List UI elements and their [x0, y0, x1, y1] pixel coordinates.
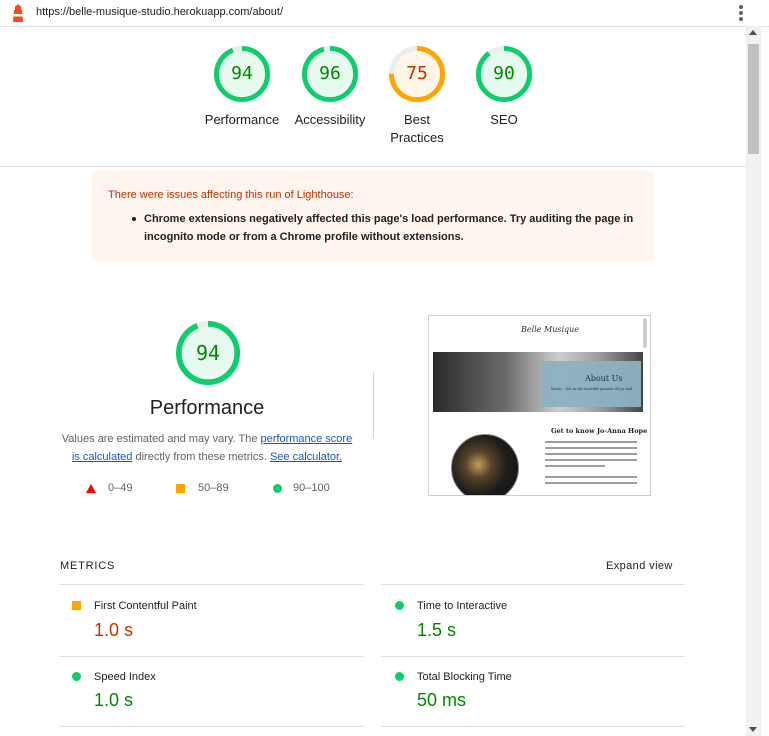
square-icon [176, 484, 185, 493]
pass-circle-icon [395, 672, 404, 681]
desc-middle: directly from these metrics. [132, 451, 270, 463]
expand-view-button[interactable]: Expand view [606, 560, 673, 572]
legend-average: 50–89 [176, 482, 229, 494]
gauge-performance[interactable]: 94 [213, 45, 271, 103]
site-logo: Belle Musique [521, 325, 580, 334]
gauge-best-practices[interactable]: 75 [388, 45, 446, 103]
pass-circle-icon [72, 672, 81, 681]
performance-big-gauge: 94 [175, 320, 241, 386]
text-line [545, 465, 605, 467]
text-line [545, 453, 637, 455]
bullet-icon [132, 211, 138, 217]
legend-range: 0–49 [108, 482, 133, 494]
legend-range: 90–100 [293, 482, 330, 494]
warning-title: There were issues affecting this run of … [108, 189, 354, 201]
scroll-up-arrow-icon[interactable] [749, 30, 757, 35]
hero-heading: About Us [585, 374, 623, 383]
metrics-title: METRICS [60, 560, 116, 572]
gauge-score: 94 [231, 63, 253, 84]
metric-name: First Contentful Paint [94, 600, 197, 612]
gauge-label: SEO [490, 112, 518, 127]
warning-box: There were issues affecting this run of … [92, 171, 654, 261]
gauge-label: Best Practices [390, 112, 444, 145]
metric-name: Total Blocking Time [417, 671, 512, 683]
address-bar: https://belle-musique-studio.herokuapp.c… [0, 0, 769, 27]
legend-fail: 0–49 [86, 482, 132, 494]
legend-range: 50–89 [198, 482, 229, 494]
desc-prefix: Values are estimated and may vary. The [61, 433, 261, 445]
gauge-score: 90 [493, 63, 515, 84]
scrollbar-thumb[interactable] [748, 44, 759, 154]
legend-pass: 90–100 [273, 482, 330, 494]
hero-subtext: Music... life in the invisible passion o… [551, 387, 633, 391]
pass-circle-icon [395, 601, 404, 610]
metrics-divider [381, 726, 685, 727]
section-divider [373, 372, 374, 438]
metric-value: 1.0 s [94, 620, 134, 640]
section-heading: Get to know Jo-Anna Hope [551, 427, 648, 435]
hero-card: About Us Music... life in the invisible … [541, 361, 641, 407]
gauge-seo[interactable]: 90 [475, 45, 533, 103]
circle-icon [273, 484, 282, 493]
text-line [545, 476, 637, 478]
metrics-divider [381, 584, 685, 585]
metrics-divider [381, 656, 685, 657]
text-line [545, 441, 637, 443]
gauge-score: 94 [195, 341, 221, 365]
header-divider [0, 166, 746, 167]
thumbnail-scrollbar [643, 318, 647, 348]
gauge-label: Performance [204, 112, 280, 127]
more-menu-icon[interactable] [735, 4, 747, 22]
gauge-score: 96 [319, 63, 341, 84]
metric-value: 50 ms [417, 690, 467, 710]
text-line [545, 447, 637, 449]
see-calculator-link[interactable]: See calculator. [270, 451, 342, 463]
triangle-icon [86, 484, 96, 493]
gauge-score: 75 [406, 63, 428, 84]
vertical-scrollbar[interactable] [746, 26, 761, 736]
metric-value: 1.0 s [94, 690, 134, 710]
metrics-divider [59, 726, 364, 727]
page-screenshot-thumbnail[interactable]: Belle Musique About Us Music... life in … [428, 315, 651, 496]
metrics-divider [59, 584, 364, 585]
performance-description: Values are estimated and may vary. The p… [58, 430, 356, 466]
metric-value: 1.5 s [417, 620, 457, 640]
gauge-label: Accessibility [294, 112, 366, 127]
average-square-icon [72, 601, 81, 610]
gauge-accessibility[interactable]: 96 [301, 45, 359, 103]
page-url[interactable]: https://belle-musique-studio.herokuapp.c… [36, 6, 283, 18]
lighthouse-icon [10, 4, 26, 22]
performance-title: Performance [149, 397, 265, 419]
metric-name: Time to Interactive [417, 600, 508, 612]
metrics-divider [59, 656, 364, 657]
warning-message: Chrome extensions negatively affected th… [144, 213, 634, 243]
metric-name: Speed Index [94, 671, 156, 683]
text-line [545, 482, 637, 484]
profile-photo [451, 434, 519, 495]
text-line [545, 459, 637, 461]
scroll-down-arrow-icon[interactable] [749, 727, 757, 732]
